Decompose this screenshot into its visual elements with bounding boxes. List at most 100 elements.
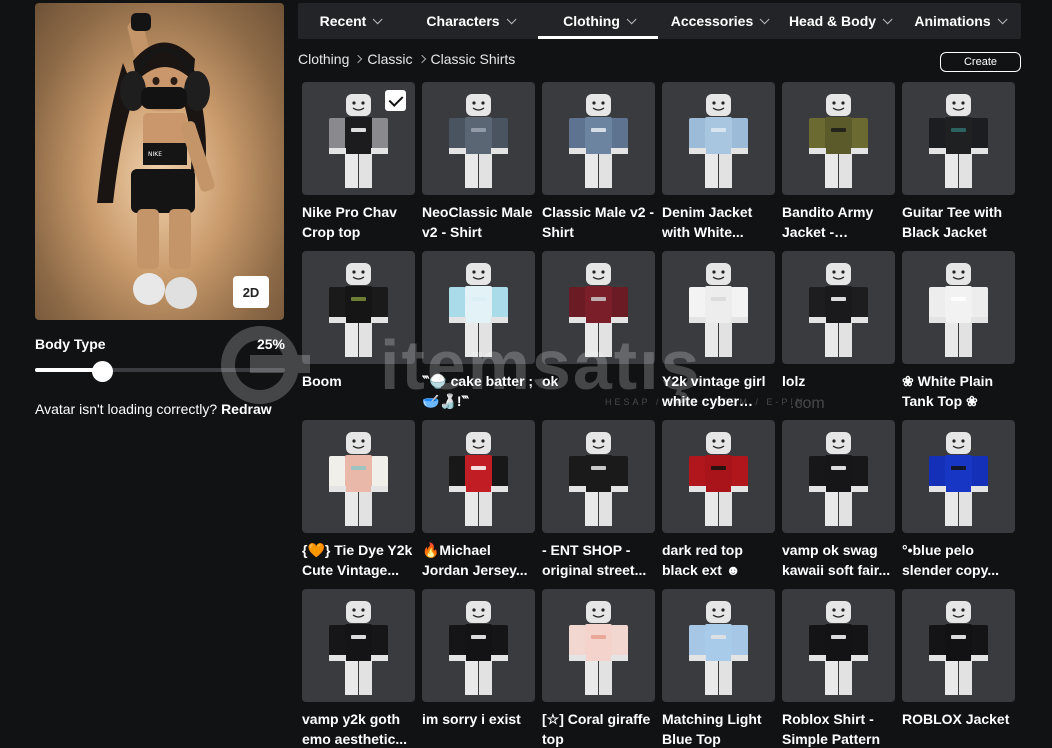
item-thumbnail[interactable] — [902, 82, 1015, 195]
item-card[interactable]: ROBLOX Jacket — [902, 589, 1015, 748]
item-name[interactable]: 🔥Michael Jordan Jersey... — [422, 540, 535, 580]
body-type-value: 25% — [256, 336, 285, 352]
item-card[interactable]: [☆] Coral giraffe top — [542, 589, 655, 748]
body-type-slider[interactable] — [35, 361, 285, 382]
item-thumbnail[interactable] — [662, 589, 775, 702]
item-thumbnail-figure — [449, 94, 508, 188]
breadcrumb-item[interactable]: Classic Shirts — [431, 51, 516, 67]
redraw-link[interactable]: Redraw — [221, 401, 272, 417]
item-name[interactable]: Guitar Tee with Black Jacket — [902, 202, 1015, 242]
item-name[interactable]: im sorry i exist — [422, 709, 535, 729]
item-name[interactable]: - ENT SHOP - original street... — [542, 540, 655, 580]
item-card[interactable]: Roblox Shirt - Simple Pattern — [782, 589, 895, 748]
item-name[interactable]: Classic Male v2 - Shirt — [542, 202, 655, 242]
item-name[interactable]: NeoClassic Male v2 - Shirt — [422, 202, 535, 242]
item-card[interactable]: Guitar Tee with Black Jacket — [902, 82, 1015, 242]
item-thumbnail-figure — [809, 432, 868, 526]
chevron-right-icon — [417, 54, 426, 64]
item-name[interactable]: vamp ok swag kawaii soft fair... — [782, 540, 895, 580]
item-thumbnail[interactable] — [422, 82, 535, 195]
item-thumbnail[interactable] — [902, 420, 1015, 533]
item-thumbnail-figure — [569, 263, 628, 357]
item-thumbnail[interactable] — [542, 420, 655, 533]
item-card[interactable]: Bandito Army Jacket - Twenty... — [782, 82, 895, 242]
item-card[interactable]: dark red top black ext ☻ — [662, 420, 775, 580]
tab-accessories[interactable]: Accessories — [658, 3, 779, 39]
item-thumbnail[interactable] — [302, 589, 415, 702]
item-card[interactable]: Boom — [302, 251, 415, 411]
item-thumbnail[interactable] — [782, 82, 895, 195]
item-thumbnail[interactable] — [542, 589, 655, 702]
item-thumbnail[interactable] — [902, 251, 1015, 364]
item-name[interactable]: Y2k vintage girl white cyber cut... — [662, 371, 775, 411]
item-thumbnail[interactable] — [662, 82, 775, 195]
item-thumbnail[interactable] — [782, 251, 895, 364]
item-thumbnail[interactable] — [542, 82, 655, 195]
item-card[interactable]: lolz — [782, 251, 895, 411]
breadcrumb: Clothing Classic Classic Shirts — [298, 51, 515, 67]
item-card[interactable]: Denim Jacket with White... — [662, 82, 775, 242]
item-name[interactable]: ❀ White Plain Tank Top ❀ — [902, 371, 1015, 411]
item-name[interactable]: [☆] Coral giraffe top — [542, 709, 655, 748]
view-2d-toggle-button[interactable]: 2D — [233, 276, 269, 308]
item-name[interactable]: ok — [542, 371, 655, 391]
tab-recent[interactable]: Recent — [298, 3, 401, 39]
item-thumbnail[interactable] — [422, 589, 535, 702]
item-card[interactable]: °•blue pelo slender copy... — [902, 420, 1015, 580]
item-thumbnail-figure — [929, 94, 988, 188]
item-name[interactable]: lolz — [782, 371, 895, 391]
item-card[interactable]: Y2k vintage girl white cyber cut... — [662, 251, 775, 411]
item-name[interactable]: Matching Light Blue Top — [662, 709, 775, 748]
tab-head-body[interactable]: Head & Body — [779, 3, 899, 39]
item-name[interactable]: dark red top black ext ☻ — [662, 540, 775, 580]
chevron-down-icon — [506, 13, 517, 24]
item-thumbnail-figure — [689, 432, 748, 526]
item-thumbnail[interactable] — [662, 420, 775, 533]
item-card[interactable]: Classic Male v2 - Shirt — [542, 82, 655, 242]
checkmark-icon[interactable] — [385, 90, 406, 111]
item-name[interactable]: Denim Jacket with White... — [662, 202, 775, 242]
breadcrumb-item[interactable]: Clothing — [298, 51, 349, 67]
item-thumbnail[interactable] — [782, 420, 895, 533]
slider-thumb[interactable] — [92, 361, 113, 382]
item-thumbnail[interactable] — [422, 251, 535, 364]
item-thumbnail[interactable] — [302, 251, 415, 364]
item-name[interactable]: Nike Pro Chav Crop top — [302, 202, 415, 242]
item-thumbnail[interactable] — [662, 251, 775, 364]
tab-label: Recent — [319, 13, 367, 29]
item-thumbnail[interactable] — [422, 420, 535, 533]
item-name[interactable]: Roblox Shirt - Simple Pattern — [782, 709, 895, 748]
item-thumbnail-figure — [449, 263, 508, 357]
item-thumbnail[interactable] — [302, 82, 415, 195]
tab-clothing[interactable]: Clothing — [538, 3, 658, 39]
item-thumbnail[interactable] — [542, 251, 655, 364]
avatar-preview[interactable]: NIKE 2D — [35, 3, 284, 320]
create-button[interactable]: Create — [940, 52, 1021, 72]
item-card[interactable]: vamp ok swag kawaii soft fair... — [782, 420, 895, 580]
item-thumbnail[interactable] — [302, 420, 415, 533]
item-name[interactable]: vamp y2k goth emo aesthetic... — [302, 709, 415, 748]
item-thumbnail[interactable] — [902, 589, 1015, 702]
item-name[interactable]: {🧡} Tie Dye Y2k Cute Vintage... — [302, 540, 415, 580]
item-card[interactable]: {🧡} Tie Dye Y2k Cute Vintage... — [302, 420, 415, 580]
item-card[interactable]: Nike Pro Chav Crop top — [302, 82, 415, 242]
tab-characters[interactable]: Characters — [401, 3, 538, 39]
item-card[interactable]: - ENT SHOP - original street... — [542, 420, 655, 580]
item-name[interactable]: °•blue pelo slender copy... — [902, 540, 1015, 580]
item-name[interactable]: ROBLOX Jacket — [902, 709, 1015, 729]
tab-animations[interactable]: Animations — [899, 3, 1019, 39]
item-card[interactable]: Matching Light Blue Top — [662, 589, 775, 748]
item-name[interactable]: Bandito Army Jacket - Twenty... — [782, 202, 895, 242]
item-card[interactable]: NeoClassic Male v2 - Shirt — [422, 82, 535, 242]
item-name[interactable]: ‷🍚 cake batter ; 🥣🍶!‷ — [422, 371, 535, 411]
item-card[interactable]: ❀ White Plain Tank Top ❀ — [902, 251, 1015, 411]
item-card[interactable]: ‷🍚 cake batter ; 🥣🍶!‷ — [422, 251, 535, 411]
item-card[interactable]: ok — [542, 251, 655, 411]
category-tabs: Recent Characters Clothing Accessories Head … — [298, 3, 1021, 39]
item-card[interactable]: vamp y2k goth emo aesthetic... — [302, 589, 415, 748]
item-card[interactable]: 🔥Michael Jordan Jersey... — [422, 420, 535, 580]
item-card[interactable]: im sorry i exist — [422, 589, 535, 748]
item-thumbnail[interactable] — [782, 589, 895, 702]
item-name[interactable]: Boom — [302, 371, 415, 391]
breadcrumb-item[interactable]: Classic — [367, 51, 412, 67]
